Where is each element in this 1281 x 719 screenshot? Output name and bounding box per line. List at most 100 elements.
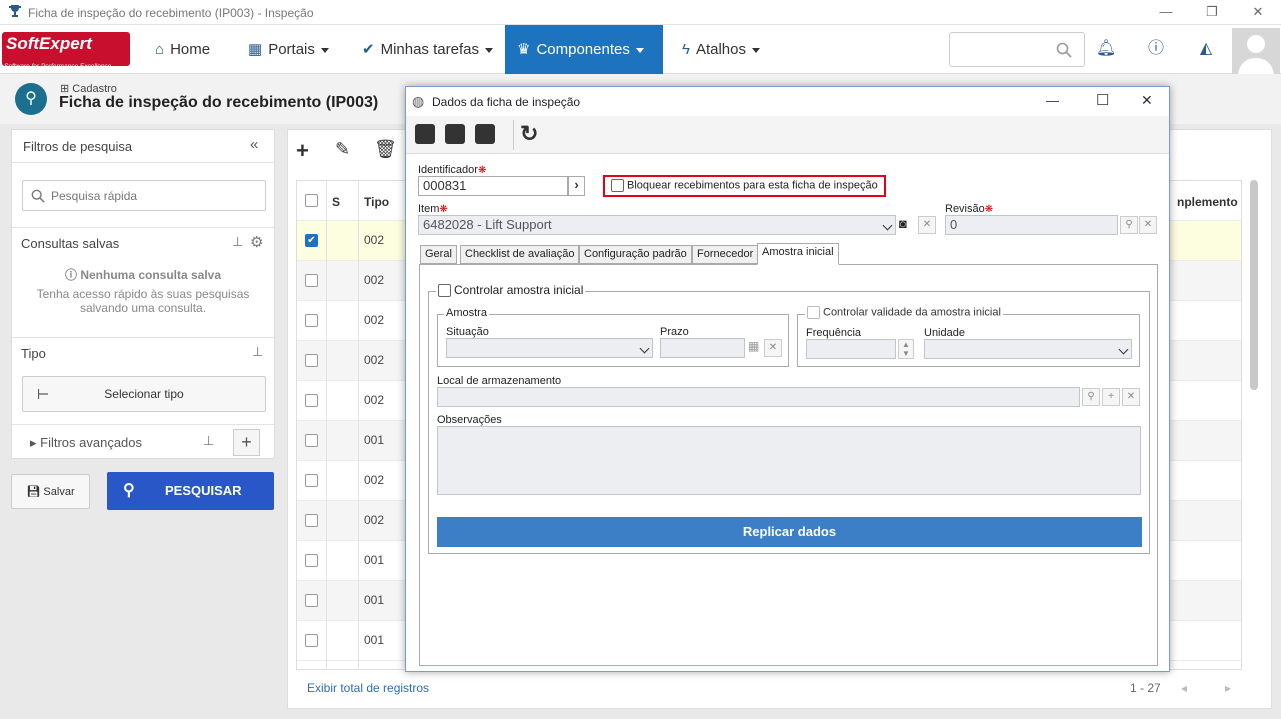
globe-icon: ◍: [412, 93, 425, 109]
dialog-title: Dados da ficha de inspeção: [432, 95, 581, 109]
row-checkbox[interactable]: [305, 514, 318, 527]
row-checkbox[interactable]: ✔: [305, 234, 318, 247]
tab-geral[interactable]: Geral: [420, 245, 457, 264]
row-checkbox[interactable]: [305, 274, 318, 287]
col-complemento[interactable]: nplemento: [1177, 195, 1238, 209]
row-checkbox[interactable]: [305, 594, 318, 607]
tab-configuracao[interactable]: Configuração padrão: [579, 245, 692, 264]
observacoes-textarea[interactable]: [437, 426, 1141, 495]
row-tipo: 002: [364, 353, 385, 367]
inspection-dialog: ◍ Dados da ficha de inspeção — ☐ ✕ ↻ Ide…: [405, 86, 1170, 672]
col-s[interactable]: S: [332, 195, 340, 209]
dialog-close-button[interactable]: ✕: [1141, 92, 1153, 109]
softexpert-logo[interactable]: SoftExpert Software for Performance Excel…: [2, 32, 130, 70]
filter-panel: Filtros de pesquisa « Pesquisa rápida Co…: [11, 129, 275, 459]
clear-prazo-icon[interactable]: ✕: [764, 339, 782, 357]
global-search-input[interactable]: [949, 32, 1085, 67]
refresh-icon[interactable]: ↻: [520, 121, 538, 147]
situacao-select[interactable]: [446, 338, 653, 358]
col-tipo[interactable]: Tipo: [364, 195, 389, 209]
chevron-right-icon[interactable]: ›: [568, 176, 585, 196]
tab-fornecedor[interactable]: Fornecedor: [692, 245, 759, 264]
binoculars-icon[interactable]: ◙: [899, 216, 907, 231]
select-tipo-button[interactable]: ⊢ Selecionar tipo: [22, 376, 266, 412]
local-field[interactable]: [437, 387, 1080, 407]
row-tipo: 002: [364, 473, 385, 487]
clear-revisao-icon[interactable]: ✕: [1139, 216, 1157, 234]
show-total-link[interactable]: Exibir total de registros: [307, 681, 429, 695]
minimize-button[interactable]: —: [1143, 0, 1189, 25]
controlar-validade-checkbox[interactable]: Controlar validade da amostra inicial: [805, 306, 1003, 319]
quick-search-input[interactable]: Pesquisa rápida: [22, 180, 266, 211]
collapse-icon[interactable]: «: [250, 136, 258, 153]
nav-componentes[interactable]: ♛ Componentes: [505, 25, 663, 74]
next-page-icon[interactable]: ▸: [1225, 681, 1231, 695]
prazo-label: Prazo: [660, 326, 689, 338]
calendar-icon[interactable]: ▦: [748, 339, 759, 353]
save-icon: 💾︎: [26, 486, 41, 498]
trophy-icon: ♛: [517, 41, 531, 58]
unidade-select[interactable]: [924, 339, 1132, 359]
search-local-icon[interactable]: ⚲: [1082, 388, 1100, 406]
help-icon[interactable]: ⓘ: [1144, 37, 1168, 61]
add-local-icon[interactable]: +: [1102, 388, 1120, 406]
broom-icon[interactable]: ⊥: [252, 344, 263, 360]
search-revisao-icon[interactable]: ⚲: [1120, 216, 1138, 234]
graduation-cap-icon[interactable]: ◭: [1194, 37, 1218, 61]
advanced-filters-toggle[interactable]: ▸ Filtros avançados: [30, 435, 142, 451]
broom-icon[interactable]: ⊥: [203, 433, 214, 449]
gear-icon[interactable]: ⚙: [250, 233, 263, 251]
add-filter-button[interactable]: +: [233, 429, 260, 456]
avatar[interactable]: [1232, 28, 1280, 74]
search-icon: ⚲: [123, 482, 135, 499]
pencil-icon[interactable]: ✎: [335, 139, 350, 160]
dialog-minimize-button[interactable]: —: [1046, 93, 1059, 108]
row-checkbox[interactable]: [305, 554, 318, 567]
restore-button[interactable]: ❐: [1189, 0, 1235, 25]
nav-minhas-tarefas[interactable]: ✔ Minhas tarefas: [350, 25, 505, 74]
tab-checklist[interactable]: Checklist de avaliação: [460, 245, 580, 264]
prev-page-icon[interactable]: ◂: [1181, 681, 1187, 695]
frequencia-field[interactable]: [806, 339, 896, 359]
controlar-amostra-checkbox[interactable]: Controlar amostra inicial: [436, 283, 586, 298]
row-checkbox[interactable]: [305, 474, 318, 487]
bell-icon[interactable]: 🔔︎: [1094, 37, 1118, 61]
tab-amostra-inicial[interactable]: Amostra inicial: [757, 243, 839, 265]
stepper-icon[interactable]: ▲ ▼: [898, 339, 914, 359]
local-label: Local de armazenamento: [437, 375, 562, 387]
nav-home[interactable]: ⌂ Home: [143, 25, 222, 74]
replicar-button[interactable]: Replicar dados: [437, 517, 1142, 547]
nav-atalhos[interactable]: ϟ Atalhos: [670, 25, 772, 74]
broom-icon[interactable]: ⊥: [232, 234, 243, 250]
row-tipo: 002: [364, 513, 385, 527]
clear-local-icon[interactable]: ✕: [1122, 388, 1140, 406]
tree-icon: ⊢: [37, 386, 50, 402]
row-checkbox[interactable]: [305, 394, 318, 407]
item-select[interactable]: 6482028 - Lift Support: [418, 215, 896, 235]
dialog-maximize-button[interactable]: ☐: [1096, 91, 1109, 109]
add-icon[interactable]: +: [296, 138, 309, 164]
prazo-field[interactable]: [660, 338, 745, 358]
save-query-button[interactable]: 💾︎ Salvar: [11, 474, 90, 509]
trash-icon[interactable]: 🗑︎: [374, 139, 397, 160]
save-icon[interactable]: [445, 124, 465, 144]
clear-item-icon[interactable]: ✕: [918, 216, 936, 234]
trophy-icon: [9, 5, 21, 17]
search-button[interactable]: ⚲ PESQUISAR: [107, 472, 274, 510]
row-checkbox[interactable]: [305, 434, 318, 447]
amostra-group-title: Amostra: [444, 307, 489, 319]
save-close-icon[interactable]: [475, 124, 495, 144]
frequencia-label: Frequência: [806, 327, 862, 339]
record-count: 1 - 27: [1130, 681, 1161, 695]
row-checkbox[interactable]: [305, 634, 318, 647]
row-checkbox[interactable]: [305, 314, 318, 327]
nav-portais[interactable]: ▦ Portais: [236, 25, 341, 74]
close-button[interactable]: ✕: [1235, 0, 1281, 25]
search-icon: [1056, 42, 1072, 58]
select-all-checkbox[interactable]: [305, 194, 318, 207]
save-new-icon[interactable]: [415, 124, 435, 144]
row-checkbox[interactable]: [305, 354, 318, 367]
identificador-field[interactable]: 000831: [418, 176, 568, 196]
bloquear-checkbox[interactable]: Bloquear recebimentos para esta ficha de…: [611, 179, 878, 192]
scrollbar[interactable]: [1250, 180, 1258, 390]
